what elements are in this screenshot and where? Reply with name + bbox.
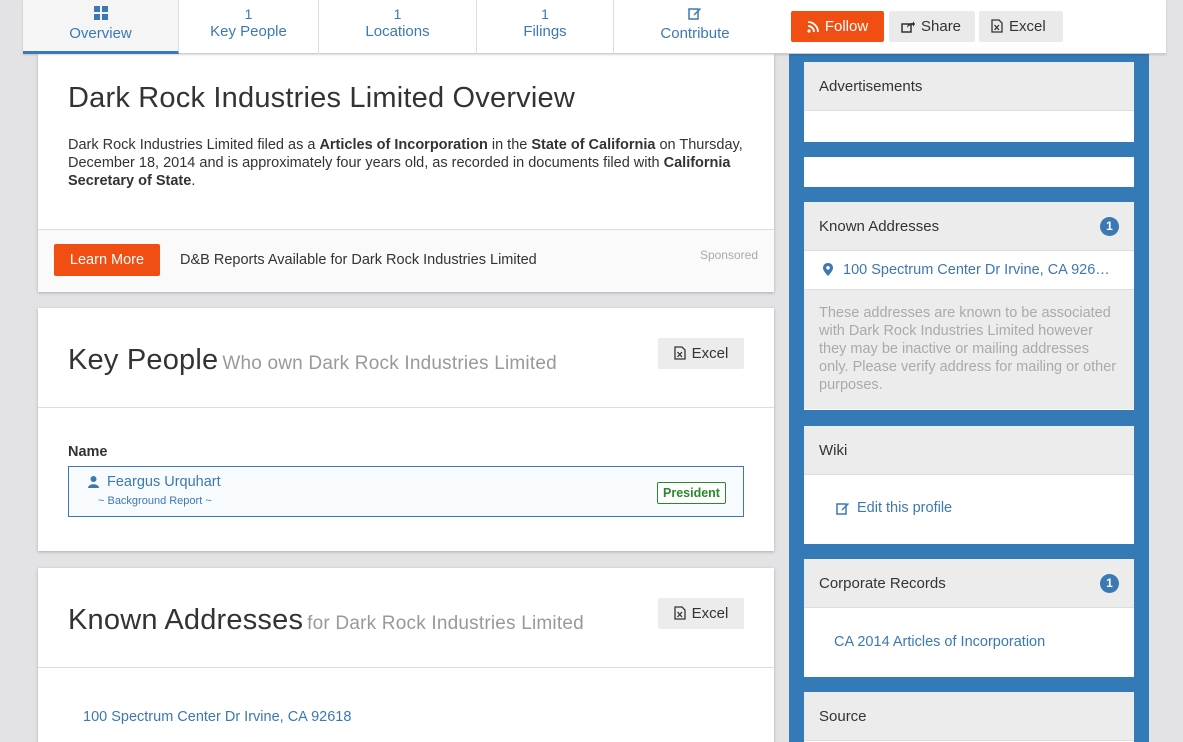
follow-button[interactable]: Follow: [791, 11, 884, 42]
role-badge: President: [657, 482, 726, 504]
known-addresses-subtitle: for Dark Rock Industries Limited: [307, 613, 584, 634]
wiki-body: Edit this profile: [804, 475, 1134, 543]
follow-label: Follow: [824, 18, 869, 35]
excel-icon: [674, 606, 686, 620]
address-link[interactable]: 100 Spectrum Center Dr Irvine, CA 926…: [843, 262, 1110, 278]
source-heading: Source: [804, 692, 1134, 741]
person-row[interactable]: Feargus Urquhart ~ Background Report ~ P…: [68, 466, 744, 517]
tab-contribute[interactable]: Contribute: [614, 0, 776, 54]
person-name-link[interactable]: Feargus Urquhart: [107, 474, 221, 490]
ad-slot: [804, 157, 1134, 187]
tab-label: Overview: [69, 25, 132, 42]
share-label: Share: [921, 18, 962, 35]
background-report-link[interactable]: ~ Background Report ~: [98, 495, 212, 507]
address-item[interactable]: 100 Spectrum Center Dr Irvine, CA 926…: [804, 251, 1134, 290]
source-panel: Source: [804, 692, 1134, 742]
overview-title: Dark Rock Industries Limited Overview: [68, 82, 575, 114]
tab-overview[interactable]: Overview: [23, 0, 179, 54]
tab-filings[interactable]: 1 Filings: [477, 0, 614, 54]
key-people-title: Key People: [68, 344, 219, 376]
count-badge: 1: [1100, 217, 1119, 236]
top-nav-bar: Overview 1 Key People 1 Locations 1 Fili…: [23, 0, 1166, 54]
corporate-records-panel: Corporate Records 1 CA 2014 Articles of I…: [804, 559, 1134, 677]
addresses-excel-button[interactable]: Excel: [658, 598, 744, 629]
user-icon: [88, 476, 99, 488]
excel-export-button[interactable]: Excel: [979, 11, 1063, 42]
tab-count: 1: [393, 6, 402, 22]
edit-icon: [688, 8, 701, 20]
sponsored-label: Sponsored: [699, 248, 758, 262]
known-addresses-panel: Known Addresses 1 100 Spectrum Center Dr …: [804, 202, 1134, 410]
tab-label: Locations: [365, 23, 430, 40]
tab-label: Filings: [523, 23, 567, 40]
sponsored-banner: Learn More D&B Reports Available for Dar…: [38, 230, 774, 292]
overview-description: Dark Rock Industries Limited filed as a …: [68, 137, 743, 189]
grid-icon: [93, 6, 108, 20]
edit-profile-link[interactable]: Edit this profile: [857, 500, 952, 516]
map-marker-icon: [823, 263, 833, 276]
key-people-excel-button[interactable]: Excel: [658, 338, 744, 369]
divider: [38, 407, 774, 408]
record-link[interactable]: CA 2014 Articles of Incorporation: [834, 634, 1045, 650]
known-addresses-panel-heading: Known Addresses 1: [804, 202, 1134, 251]
address-link[interactable]: 100 Spectrum Center Dr Irvine, CA 92618: [83, 709, 351, 725]
known-addresses-heading: Known Addresses for Dark Rock Industries …: [68, 604, 584, 637]
share-button[interactable]: Share: [889, 11, 975, 42]
tab-count: 1: [541, 6, 549, 22]
wiki-panel: Wiki Edit this profile: [804, 426, 1134, 544]
tab-count: 1: [244, 6, 253, 22]
excel-icon: [674, 346, 686, 360]
known-addresses-card: Known Addresses for Dark Rock Industries …: [38, 568, 774, 742]
edit-icon: [836, 503, 849, 515]
count-badge: 1: [1100, 574, 1119, 593]
name-column-header: Name: [68, 444, 108, 460]
excel-icon: [991, 19, 1003, 33]
key-people-subtitle: Who own Dark Rock Industries Limited: [222, 353, 557, 374]
excel-label: Excel: [1009, 18, 1046, 35]
key-people-card: Key People Who own Dark Rock Industries L…: [38, 308, 774, 551]
sponsored-text[interactable]: D&B Reports Available for Dark Rock Indu…: [180, 252, 537, 268]
wiki-heading: Wiki: [804, 426, 1134, 475]
advertisements-heading: Advertisements: [804, 62, 1134, 111]
divider: [38, 667, 774, 668]
tab-locations[interactable]: 1 Locations: [319, 0, 477, 54]
tab-key-people[interactable]: 1 Key People: [179, 0, 319, 54]
overview-card: Dark Rock Industries Limited Overview Da…: [38, 54, 774, 292]
learn-more-button[interactable]: Learn More: [54, 244, 160, 276]
known-addresses-title: Known Addresses: [68, 604, 304, 636]
addresses-note: These addresses are known to be associat…: [804, 290, 1134, 409]
corporate-records-heading: Corporate Records 1: [804, 559, 1134, 608]
tab-label: Key People: [210, 23, 287, 40]
key-people-heading: Key People Who own Dark Rock Industries L…: [68, 344, 557, 377]
rss-icon: [807, 21, 819, 33]
advertisements-panel: Advertisements: [804, 62, 1134, 142]
tab-label: Contribute: [660, 25, 730, 42]
share-icon: [901, 21, 915, 33]
